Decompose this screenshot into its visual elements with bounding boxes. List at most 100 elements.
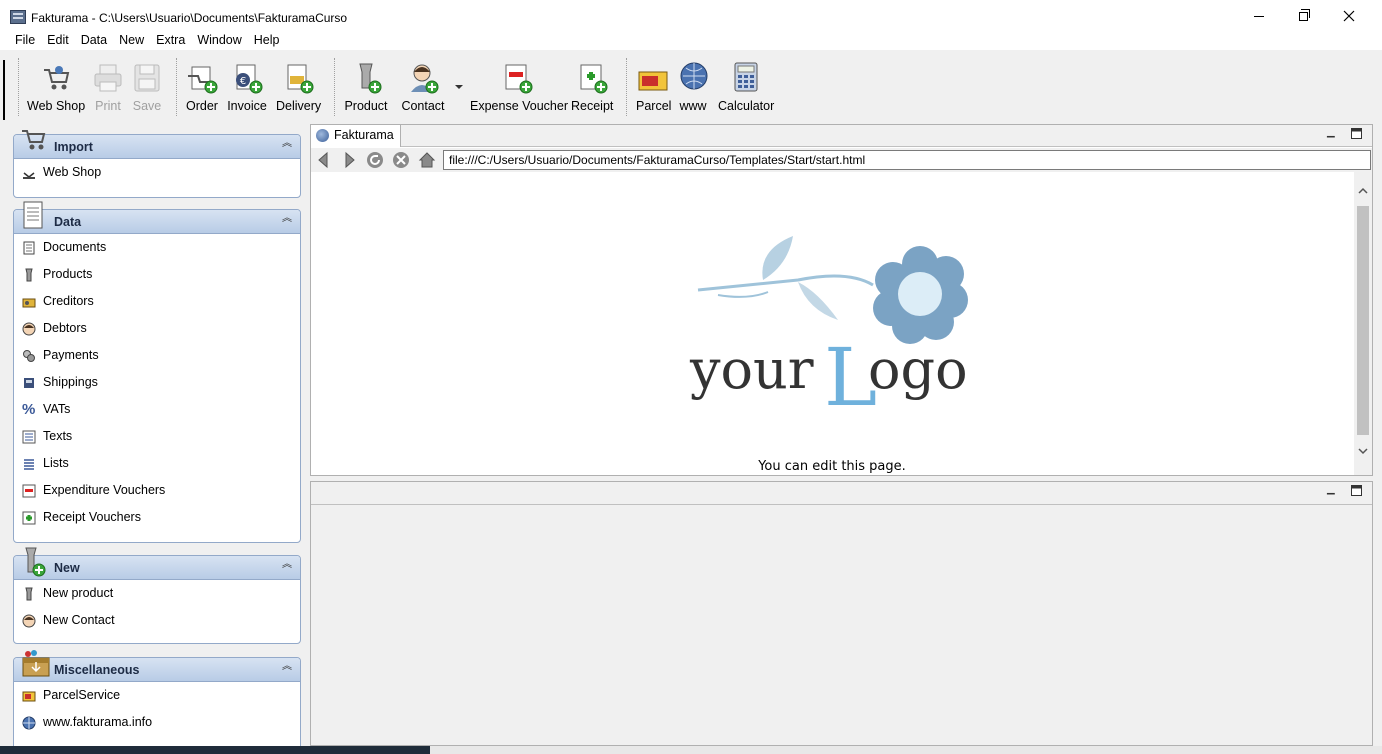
logo-text-ogo: ogo <box>868 338 968 401</box>
invoice-label: Invoice <box>227 99 267 113</box>
expense-voucher-button[interactable]: Expense Voucher <box>470 62 568 113</box>
scroll-up-icon[interactable] <box>1358 186 1368 196</box>
collapse-icon[interactable]: ︽ <box>282 214 292 224</box>
sidebar-item-new-product[interactable]: New product <box>14 580 300 607</box>
sidebar-item-debtors[interactable]: Debtors <box>14 315 300 342</box>
menu-edit[interactable]: Edit <box>41 32 75 50</box>
refresh-icon[interactable] <box>366 151 384 169</box>
document-icon <box>23 241 35 255</box>
save-button[interactable]: Save <box>131 62 163 113</box>
sidebar-item-lists[interactable]: Lists <box>14 450 300 477</box>
edit-page-note: You can edit this page. <box>758 459 906 474</box>
sidebar-item-website[interactable]: www.fakturama.info <box>14 709 300 736</box>
sidebar-item-receipt-vouchers[interactable]: Receipt Vouchers <box>14 504 300 531</box>
sidebar-item-label: VATs <box>43 402 71 416</box>
toolbar-separator <box>176 58 177 116</box>
sidebar-item-new-contact[interactable]: New Contact <box>14 607 300 634</box>
minimize-view-icon[interactable]: ▁ <box>1327 484 1335 495</box>
sidebar-item-documents[interactable]: Documents <box>14 234 300 261</box>
browser-nav-row: file:///C:/Users/Usuario/Documents/Faktu… <box>311 148 1372 172</box>
parcel-button[interactable]: Parcel <box>636 62 672 113</box>
invoice-button[interactable]: € Invoice <box>227 62 267 113</box>
sidebar-item-label: Documents <box>43 240 107 254</box>
product-button[interactable]: Product <box>343 62 389 113</box>
list-icon <box>24 459 34 470</box>
restore-button[interactable] <box>1280 0 1326 32</box>
stop-icon[interactable] <box>392 151 410 169</box>
sidebar-item-web-shop[interactable]: Web Shop <box>14 159 300 186</box>
toolbar-grip[interactable] <box>3 60 5 120</box>
bottom-view-header: ▁ <box>311 482 1372 505</box>
sidebar-item-label: New Contact <box>43 613 115 627</box>
vertical-scrollbar[interactable] <box>1354 172 1372 475</box>
sidebar-item-expenditure-vouchers[interactable]: Expenditure Vouchers <box>14 477 300 504</box>
forward-icon[interactable] <box>340 151 358 169</box>
invoice-icon: € <box>231 62 263 94</box>
maximize-view-icon[interactable] <box>1351 128 1362 142</box>
www-button[interactable]: www <box>678 62 708 113</box>
sidebar-item-label: Debtors <box>43 321 87 335</box>
order-button[interactable]: Order <box>185 62 219 113</box>
miscellaneous-group-title: Miscellaneous <box>54 663 140 677</box>
menu-file[interactable]: File <box>9 32 41 50</box>
new-group-header[interactable]: New ︽ <box>14 547 300 580</box>
data-group-header[interactable]: Data ︽ <box>14 201 300 234</box>
collapse-icon[interactable]: ︽ <box>282 139 292 149</box>
close-button[interactable] <box>1326 0 1372 32</box>
data-group-title: Data <box>54 215 82 229</box>
print-button[interactable]: Print <box>92 62 124 113</box>
receipt-button[interactable]: Receipt <box>571 62 613 113</box>
back-icon[interactable] <box>315 151 333 169</box>
receipt-voucher-icon <box>22 511 36 525</box>
web-shop-button[interactable]: Web Shop <box>27 62 85 113</box>
import-group: Import ︽ Web Shop <box>13 130 301 198</box>
parcel-label: Parcel <box>636 99 672 113</box>
main-toolbar: Web Shop Print Save Order € Invoice Deli… <box>0 50 1382 120</box>
calculator-button[interactable]: Calculator <box>718 62 774 113</box>
minimize-view-icon[interactable]: ▁ <box>1327 127 1335 138</box>
product-icon <box>350 62 382 94</box>
web-shop-icon <box>40 62 72 94</box>
sidebar-item-creditors[interactable]: Creditors <box>14 288 300 315</box>
collapse-icon[interactable]: ︽ <box>282 560 292 570</box>
menu-extra[interactable]: Extra <box>150 32 191 50</box>
new-group: New ︽ New product New Contact <box>13 547 301 644</box>
menu-new[interactable]: New <box>113 32 150 50</box>
sidebar-item-label: Expenditure Vouchers <box>43 483 166 497</box>
menu-window[interactable]: Window <box>191 32 247 50</box>
contact-button[interactable]: Contact <box>400 62 446 113</box>
web-shop-icon <box>20 125 48 155</box>
new-group-title: New <box>54 561 80 575</box>
scrollbar-thumb[interactable] <box>1357 206 1369 435</box>
miscellaneous-group-header[interactable]: Miscellaneous ︽ <box>14 650 300 682</box>
delivery-button[interactable]: Delivery <box>276 62 321 113</box>
menu-help[interactable]: Help <box>248 32 286 50</box>
import-group-header[interactable]: Import ︽ <box>14 130 300 159</box>
sidebar-item-label: Payments <box>43 348 99 362</box>
delivery-icon <box>282 62 314 94</box>
sidebar-item-shippings[interactable]: Shippings <box>14 369 300 396</box>
collapse-icon[interactable]: ︽ <box>282 662 292 672</box>
expense-voucher-icon <box>501 62 533 94</box>
minimize-button[interactable] <box>1236 0 1282 32</box>
home-icon[interactable] <box>418 151 436 169</box>
scroll-down-icon[interactable] <box>1358 446 1368 456</box>
navigation-sidebar: Import ︽ Web Shop Data ︽ Documents Produ… <box>0 120 308 754</box>
expense-voucher-label: Expense Voucher <box>470 99 568 113</box>
contact-dropdown-arrow[interactable] <box>455 85 463 89</box>
maximize-view-icon[interactable] <box>1351 485 1362 499</box>
sidebar-item-vats[interactable]: % VATs <box>14 396 300 423</box>
sidebar-item-payments[interactable]: Payments <box>14 342 300 369</box>
sidebar-item-products[interactable]: Products <box>14 261 300 288</box>
sidebar-item-label: Creditors <box>43 294 94 308</box>
close-icon <box>1343 10 1355 22</box>
toolbox-icon <box>20 648 50 678</box>
url-input[interactable]: file:///C:/Users/Usuario/Documents/Faktu… <box>443 150 1371 170</box>
order-label: Order <box>186 99 218 113</box>
menu-data[interactable]: Data <box>75 32 113 50</box>
browser-content: your L ogo You can edit this page. <box>311 172 1353 475</box>
sidebar-item-label: Products <box>43 267 93 281</box>
sidebar-item-texts[interactable]: Texts <box>14 423 300 450</box>
tab-fakturama[interactable]: Fakturama <box>311 125 401 147</box>
sidebar-item-parcel-service[interactable]: ParcelService <box>14 682 300 709</box>
